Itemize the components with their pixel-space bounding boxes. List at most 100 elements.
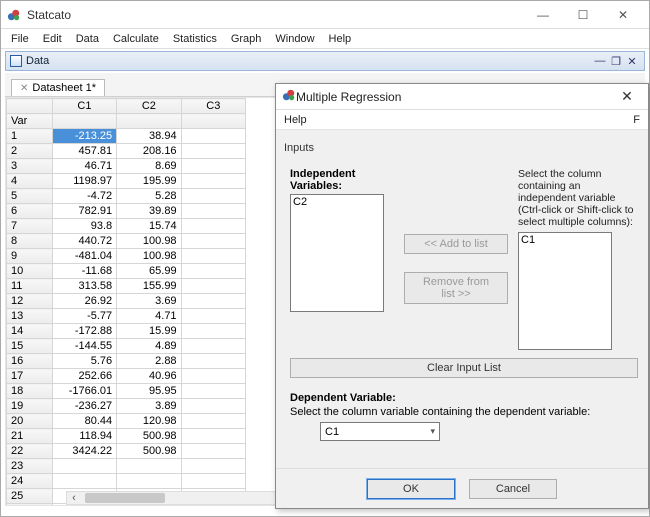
row-header[interactable]: 25 (7, 489, 53, 504)
subwin-restore-icon[interactable]: ❐ (608, 55, 624, 68)
cell-c3[interactable] (181, 129, 245, 144)
row-header[interactable]: 1 (7, 129, 53, 144)
minimize-button[interactable]: — (523, 3, 563, 27)
cell-c1[interactable]: 26.92 (52, 294, 116, 309)
cell-c2[interactable]: 8.69 (117, 159, 181, 174)
row-header[interactable]: 15 (7, 339, 53, 354)
cell-c2[interactable]: 500.98 (117, 429, 181, 444)
cell-c1[interactable]: 93.8 (52, 219, 116, 234)
cell-c3[interactable] (181, 174, 245, 189)
row-header[interactable]: 5 (7, 189, 53, 204)
data-table[interactable]: C1 C2 C3 Var 1-213.2538.942457.81208.163… (6, 98, 246, 506)
ok-button[interactable]: OK (367, 479, 455, 499)
cell-c1[interactable] (52, 459, 116, 474)
row-header[interactable]: 19 (7, 399, 53, 414)
cell-c2[interactable]: 100.98 (117, 249, 181, 264)
cell-c1[interactable]: 46.71 (52, 159, 116, 174)
cell-c1[interactable]: -144.55 (52, 339, 116, 354)
cell-c2[interactable] (117, 474, 181, 489)
cell-c2[interactable]: 500.98 (117, 444, 181, 459)
cell-c2[interactable]: 38.94 (117, 129, 181, 144)
cancel-button[interactable]: Cancel (469, 479, 557, 499)
cell-c2[interactable]: 3.89 (117, 399, 181, 414)
cell-c3[interactable] (181, 474, 245, 489)
available-columns-listbox[interactable]: C1 (518, 232, 612, 350)
cell-c1[interactable]: 440.72 (52, 234, 116, 249)
row-header[interactable]: 12 (7, 294, 53, 309)
cell-c2[interactable]: 208.16 (117, 144, 181, 159)
var-c3[interactable] (181, 114, 245, 129)
col-header-c2[interactable]: C2 (117, 99, 181, 114)
cell-c3[interactable] (181, 444, 245, 459)
menu-edit[interactable]: Edit (37, 31, 68, 47)
cell-c3[interactable] (181, 144, 245, 159)
cell-c1[interactable]: -172.88 (52, 324, 116, 339)
cell-c3[interactable] (181, 294, 245, 309)
cell-c1[interactable]: -4.72 (52, 189, 116, 204)
cell-c1[interactable]: 457.81 (52, 144, 116, 159)
cell-c1[interactable]: -481.04 (52, 249, 116, 264)
cell-c3[interactable] (181, 354, 245, 369)
cell-c3[interactable] (181, 399, 245, 414)
cell-c1[interactable]: 782.91 (52, 204, 116, 219)
dependent-variable-select[interactable]: C1 ▾ (320, 422, 440, 441)
row-header[interactable]: 16 (7, 354, 53, 369)
menu-window[interactable]: Window (269, 31, 320, 47)
cell-c3[interactable] (181, 459, 245, 474)
cell-c3[interactable] (181, 219, 245, 234)
cell-c3[interactable] (181, 264, 245, 279)
independent-item[interactable]: C2 (293, 196, 381, 208)
cell-c3[interactable] (181, 324, 245, 339)
cell-c3[interactable] (181, 414, 245, 429)
cell-c1[interactable]: -11.68 (52, 264, 116, 279)
var-row-header[interactable]: Var (7, 114, 53, 129)
remove-from-list-button[interactable]: Remove from list >> (404, 272, 508, 304)
cell-c2[interactable] (117, 459, 181, 474)
row-header[interactable]: 10 (7, 264, 53, 279)
cell-c3[interactable] (181, 189, 245, 204)
clear-input-list-button[interactable]: Clear Input List (290, 358, 638, 378)
cell-c1[interactable]: 1198.97 (52, 174, 116, 189)
col-header-c1[interactable]: C1 (52, 99, 116, 114)
cell-c2[interactable]: 4.71 (117, 309, 181, 324)
row-header[interactable]: 2 (7, 144, 53, 159)
cell-c2[interactable]: 155.99 (117, 279, 181, 294)
menu-file[interactable]: File (5, 31, 35, 47)
cell-c1[interactable]: 5.76 (52, 354, 116, 369)
cell-c2[interactable]: 120.98 (117, 414, 181, 429)
menu-graph[interactable]: Graph (225, 31, 268, 47)
cell-c3[interactable] (181, 384, 245, 399)
cell-c2[interactable]: 5.28 (117, 189, 181, 204)
add-to-list-button[interactable]: << Add to list (404, 234, 508, 254)
cell-c2[interactable]: 95.95 (117, 384, 181, 399)
row-header[interactable]: 14 (7, 324, 53, 339)
dialog-menu-help[interactable]: Help (284, 114, 307, 126)
row-header[interactable]: 3 (7, 159, 53, 174)
cell-c3[interactable] (181, 249, 245, 264)
close-button[interactable]: ✕ (603, 3, 643, 27)
cell-c1[interactable]: -1766.01 (52, 384, 116, 399)
independent-listbox[interactable]: C2 (290, 194, 384, 312)
cell-c1[interactable]: 313.58 (52, 279, 116, 294)
cell-c1[interactable]: -5.77 (52, 309, 116, 324)
menu-calculate[interactable]: Calculate (107, 31, 165, 47)
cell-c3[interactable] (181, 369, 245, 384)
cell-c1[interactable]: 80.44 (52, 414, 116, 429)
cell-c2[interactable]: 65.99 (117, 264, 181, 279)
cell-c2[interactable]: 100.98 (117, 234, 181, 249)
cell-c1[interactable]: -213.25 (52, 129, 116, 144)
row-header[interactable]: 8 (7, 234, 53, 249)
row-header[interactable]: 23 (7, 459, 53, 474)
cell-c2[interactable]: 4.89 (117, 339, 181, 354)
row-header[interactable]: 24 (7, 474, 53, 489)
row-header[interactable]: 20 (7, 414, 53, 429)
var-c2[interactable] (117, 114, 181, 129)
cell-c1[interactable]: 252.66 (52, 369, 116, 384)
row-header[interactable]: 26 (7, 504, 53, 507)
row-header[interactable]: 22 (7, 444, 53, 459)
row-header[interactable]: 9 (7, 249, 53, 264)
menu-data[interactable]: Data (70, 31, 105, 47)
menu-help[interactable]: Help (323, 31, 358, 47)
scroll-left-icon[interactable]: ‹ (67, 492, 81, 504)
datasheet-tab[interactable]: ✕ Datasheet 1* (11, 79, 105, 96)
